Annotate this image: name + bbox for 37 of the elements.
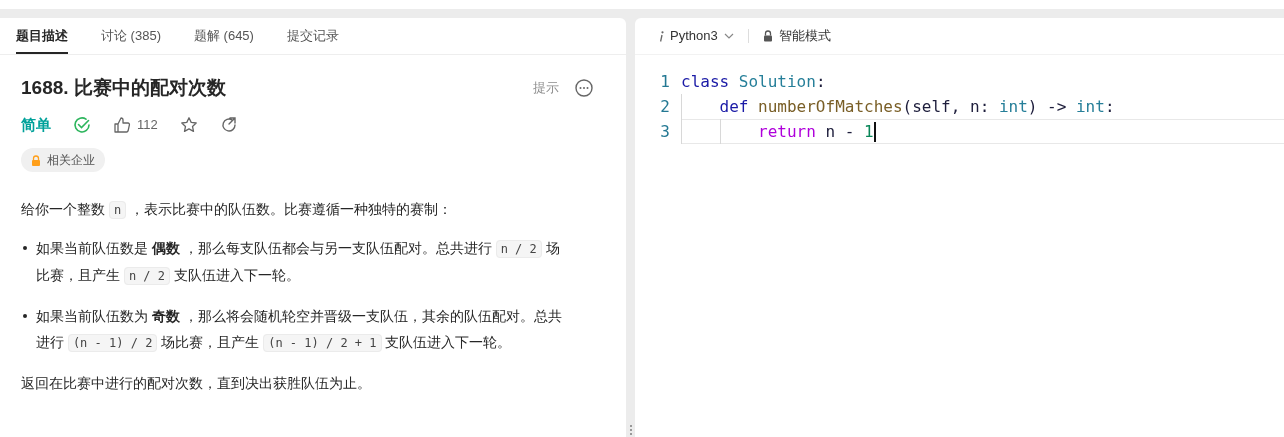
like-count: 112 xyxy=(137,116,158,135)
tab[interactable]: 讨论 (385) xyxy=(101,18,161,54)
inline-code: n / 2 xyxy=(123,267,170,285)
lock-icon xyxy=(762,30,773,42)
problem-title: 1688. 比赛中的配对次数 xyxy=(21,75,226,100)
paragraph: 给你一个整数 n ，表示比赛中的队伍数。比赛遵循一种独特的赛制： xyxy=(21,200,453,221)
lock-icon xyxy=(31,154,41,166)
tab[interactable]: 题解 (645) xyxy=(193,18,254,54)
code-line: return n - 1 xyxy=(681,119,874,144)
share-icon[interactable] xyxy=(219,116,238,134)
line-number: 2 xyxy=(659,95,671,118)
paragraph: 如果当前队伍数是 偶数 ，那么每支队伍都会与另一支队伍配对。总共进行 n / 2 场比赛，且产生 n / 2 支队伍进入下一轮。 xyxy=(36,239,561,287)
difficulty-label: 简单 xyxy=(21,114,51,135)
hint-button[interactable]: 提示 xyxy=(533,78,559,98)
line-number: 1 xyxy=(659,70,671,93)
line-number: 3 xyxy=(659,120,671,143)
inline-code: n xyxy=(108,201,127,219)
bullet-icon xyxy=(23,246,27,250)
tab[interactable]: 题目描述 xyxy=(16,18,68,54)
language-selector[interactable]: Python3 xyxy=(659,26,734,46)
code-line: def numberOfMatches(self, n: int) -> int: xyxy=(681,94,1115,119)
thumbs-up-icon[interactable] xyxy=(113,116,131,134)
inline-code: (n - 1) / 2 + 1 xyxy=(263,334,382,352)
star-icon[interactable] xyxy=(179,116,198,134)
tab[interactable]: 提交记录 xyxy=(286,18,339,54)
paragraph: 返回在比赛中进行的配对次数，直到决出获胜队伍为止。 xyxy=(21,374,372,393)
text-cursor xyxy=(873,121,876,142)
paragraph: 如果当前队伍数为 奇数 ，那么将会随机轮空并晋级一支队伍，其余的队伍配对。总共进行 (n - 1) / 2 场比赛，且产生 (n - 1) / 2 + 1 支队伍进入下一轮。 xyxy=(36,307,563,354)
inline-code: (n - 1) / 2 xyxy=(67,334,158,352)
inline-code: n / 2 xyxy=(495,240,542,258)
info-icon xyxy=(659,30,664,42)
chevron-down-icon xyxy=(723,33,734,39)
code-line: class Solution: xyxy=(681,70,826,93)
bullet-icon xyxy=(23,314,27,318)
company-tag[interactable]: 相关企业 xyxy=(21,148,105,172)
mode-selector[interactable]: 智能模式 xyxy=(762,26,831,46)
more-icon[interactable] xyxy=(575,79,593,97)
